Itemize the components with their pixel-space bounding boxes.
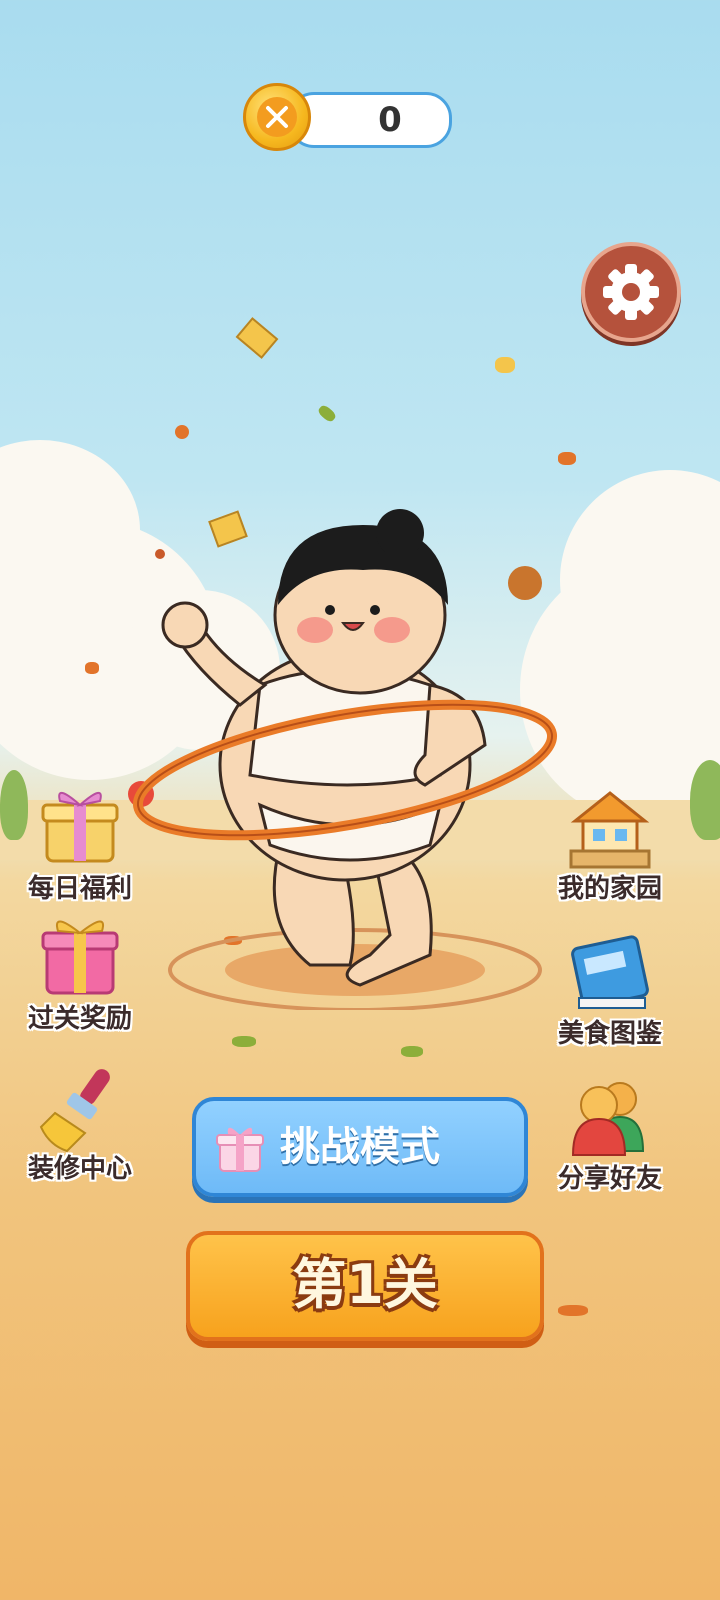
- tree: [690, 760, 720, 840]
- food-guide-button[interactable]: 美食图鉴: [545, 930, 675, 1050]
- paint-brush-icon: [39, 1069, 110, 1153]
- share-friends-button[interactable]: 分享好友: [545, 1075, 675, 1195]
- decoration-center-button[interactable]: 装修中心: [15, 1065, 145, 1185]
- coin-counter: 0: [288, 92, 452, 148]
- start-level-button[interactable]: 第1关: [186, 1231, 544, 1341]
- level-reward-label: 过关奖励: [27, 1004, 132, 1034]
- fork-knife-coin-icon: [243, 83, 311, 151]
- gift-box-icon: [41, 792, 119, 863]
- challenge-mode-label: 挑战模式: [280, 1124, 440, 1170]
- coin-value: 0: [378, 100, 402, 140]
- gift-box-pink-icon: [41, 920, 119, 995]
- decoration-center-label: 装修中心: [27, 1154, 132, 1184]
- daily-bonus-button[interactable]: 每日福利: [15, 785, 145, 905]
- my-home-label: 我的家园: [557, 874, 662, 904]
- challenge-mode-button[interactable]: 挑战模式: [192, 1097, 528, 1197]
- gift-icon: [216, 1127, 264, 1172]
- house-icon: [569, 791, 651, 869]
- food-guide-label: 美食图鉴: [557, 1019, 662, 1049]
- my-home-button[interactable]: 我的家园: [545, 785, 675, 905]
- share-friends-label: 分享好友: [557, 1164, 662, 1194]
- settings-button[interactable]: [581, 242, 681, 342]
- friends-icon: [571, 1082, 645, 1156]
- gear-icon: [603, 264, 659, 320]
- level-reward-button[interactable]: 过关奖励: [15, 915, 145, 1035]
- level-label: 第1关: [292, 1253, 438, 1316]
- book-icon: [571, 935, 649, 1009]
- daily-bonus-label: 每日福利: [27, 874, 132, 904]
- hula-hoop-character: [132, 509, 558, 1010]
